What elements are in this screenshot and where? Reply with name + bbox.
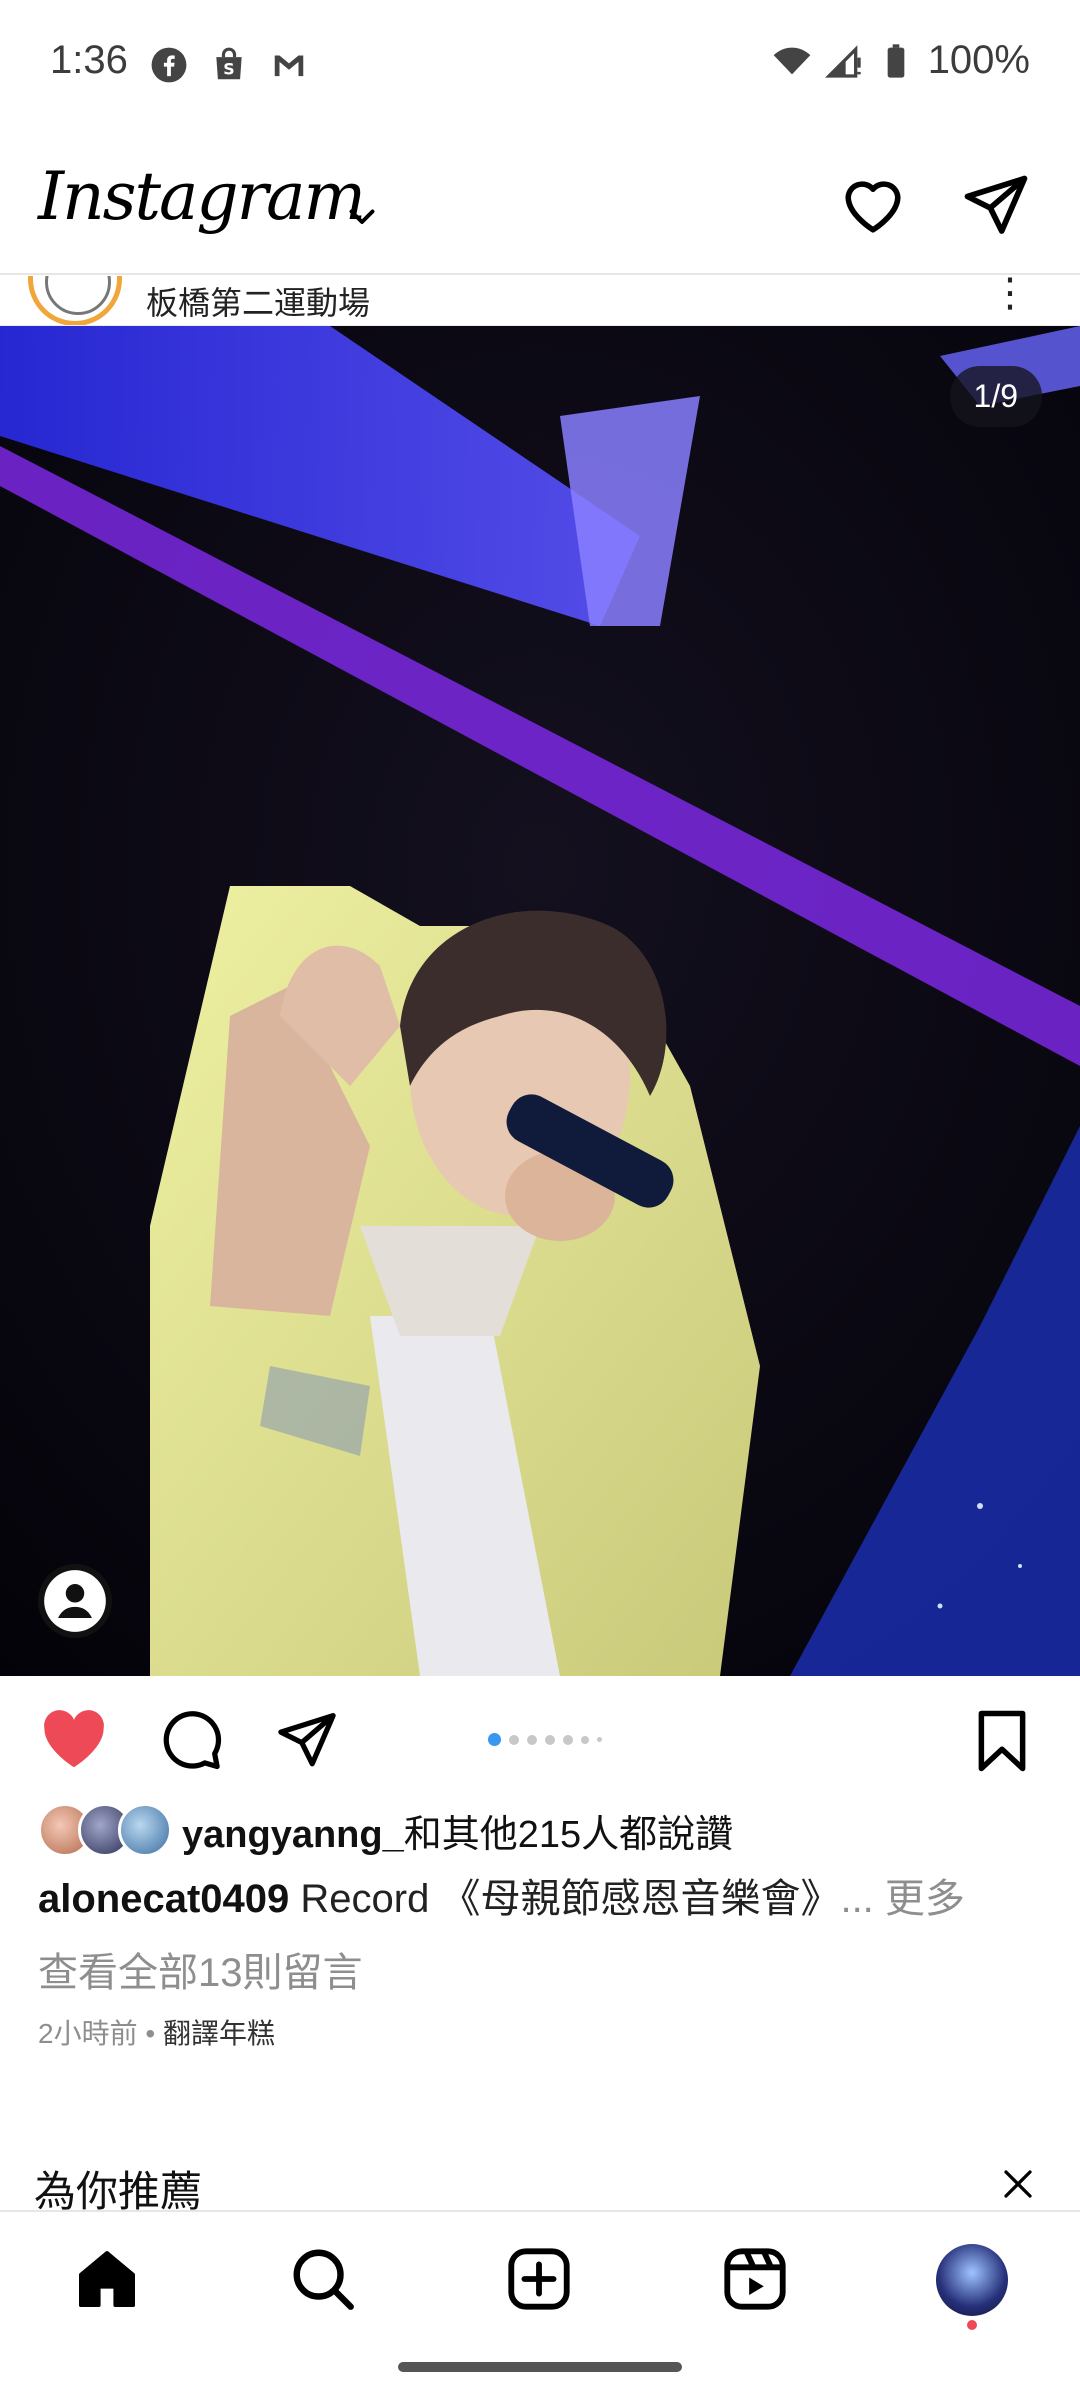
caption-more-link[interactable]: 更多 [885,1877,965,1921]
carousel-dot [581,1735,589,1744]
liker-username[interactable]: yangyanng_ [182,1814,404,1856]
caption-username[interactable]: alonecat0409 [38,1877,289,1921]
likes-summary[interactable]: yangyanng_和其他215人都說讚 [38,1800,733,1860]
likes-count-text[interactable]: 和其他215人都說讚 [404,1814,733,1856]
close-icon[interactable] [1000,2166,1036,2202]
post-location[interactable]: 板橋第二運動場 [146,278,370,324]
carousel-indicator [488,1733,602,1746]
battery-percentage: 100% [927,38,1030,82]
post-actions [0,1676,1080,1800]
bookmark-icon[interactable] [972,1708,1032,1774]
status-bar: 1:36 S 100% [0,0,1080,130]
home-indicator[interactable] [398,2362,682,2372]
signal-icon [824,44,861,78]
status-time: 1:36 [50,38,128,82]
home-icon[interactable] [72,2244,142,2314]
translate-link[interactable]: 翻譯年糕 [163,2018,275,2049]
instagram-logo[interactable]: Instagram [38,158,366,235]
svg-text:S: S [223,60,234,79]
more-options-icon[interactable]: ⋮ [990,276,1030,316]
person-tag-icon [44,1570,106,1632]
likes-text: yangyanng_和其他215人都說讚 [182,1803,733,1858]
post-header: 板橋第二運動場 ⋮ [0,276,1080,326]
carousel-dot [527,1734,537,1745]
view-all-comments-link[interactable]: 查看全部13則留言 [38,1940,363,1998]
reels-icon[interactable] [720,2244,790,2314]
carousel-dot [545,1734,555,1745]
create-icon[interactable] [504,2244,574,2314]
shop-icon: S [216,47,242,80]
carousel-counter: 1/9 [949,366,1042,427]
facebook-icon [151,47,187,83]
app-header: Instagram [0,150,1080,275]
meta-separator: • [137,2018,163,2049]
post-image[interactable]: 1/9 [0,326,1080,1676]
profile-avatar[interactable] [936,2244,1008,2316]
direct-message-icon[interactable] [960,168,1032,240]
carousel-dot [563,1734,573,1745]
wifi-icon [773,47,811,74]
post-author-avatar[interactable] [28,276,122,325]
status-app-icons: S [150,46,308,84]
tagged-people-button[interactable] [38,1564,112,1638]
activity-heart-icon[interactable] [838,170,908,240]
liker-avatars [38,1803,178,1857]
chevron-down-icon[interactable] [344,198,380,234]
post-caption: alonecat0409 Record 《母親節感恩音樂會》... 更多 [38,1866,1048,1924]
comment-icon[interactable] [158,1706,224,1772]
caption-ellipsis: ... [840,1877,885,1921]
status-indicators: 100% [772,38,1030,83]
carousel-dot [597,1737,602,1742]
liker-avatar [118,1803,172,1857]
search-icon[interactable] [288,2244,358,2314]
post-timestamp: 2小時前 [38,2018,138,2049]
like-heart-icon[interactable] [40,1708,108,1770]
carousel-dot [509,1734,519,1745]
battery-icon [887,43,905,78]
share-icon[interactable] [274,1706,340,1772]
notification-dot [967,2320,977,2330]
caption-text: Record 《母親節感恩音樂會》 [289,1877,841,1921]
post-meta: 2小時前 • 翻譯年糕 [38,2012,275,2052]
concert-photo [0,326,1080,1676]
gmail-icon [274,55,304,77]
carousel-dot [488,1733,501,1746]
